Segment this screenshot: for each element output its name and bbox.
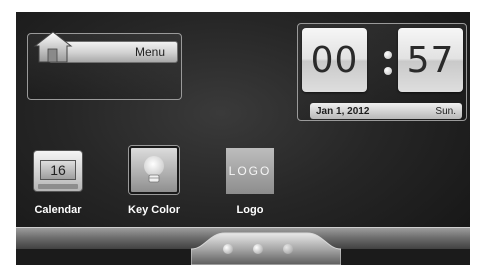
app-logo[interactable]: LOGO Logo — [210, 146, 290, 226]
home-screen: Menu 00 57 Jan 1, 2012 Sun. 16 Calendar … — [16, 12, 470, 265]
calendar-icon: 16 — [33, 150, 83, 192]
clock-hours: 00 — [302, 28, 367, 92]
app-label-key-color: Key Color — [128, 204, 180, 216]
page-dot-3[interactable] — [283, 244, 293, 254]
date-text: Jan 1, 2012 — [316, 105, 370, 117]
page-dot-1[interactable] — [223, 244, 233, 254]
menu-label: Menu — [134, 45, 165, 59]
app-label-calendar: Calendar — [34, 204, 82, 216]
bulb-icon — [129, 146, 179, 194]
logo-text: LOGO — [228, 164, 272, 178]
app-calendar[interactable]: 16 Calendar — [18, 146, 98, 226]
calendar-day: 16 — [40, 160, 76, 180]
clock-minutes: 57 — [398, 28, 463, 92]
menu-widget[interactable]: Menu — [27, 31, 182, 100]
logo-icon: LOGO — [226, 148, 274, 194]
date-bar: Jan 1, 2012 Sun. — [310, 103, 462, 119]
app-label-logo: Logo — [236, 204, 264, 216]
page-indicator-tab — [191, 232, 341, 265]
app-key-color[interactable]: Key Color — [114, 146, 194, 226]
clock-widget[interactable]: 00 57 Jan 1, 2012 Sun. — [297, 23, 467, 121]
weekday-text: Sun. — [435, 105, 456, 117]
home-icon — [33, 31, 73, 63]
page-dot-2[interactable] — [253, 244, 263, 254]
